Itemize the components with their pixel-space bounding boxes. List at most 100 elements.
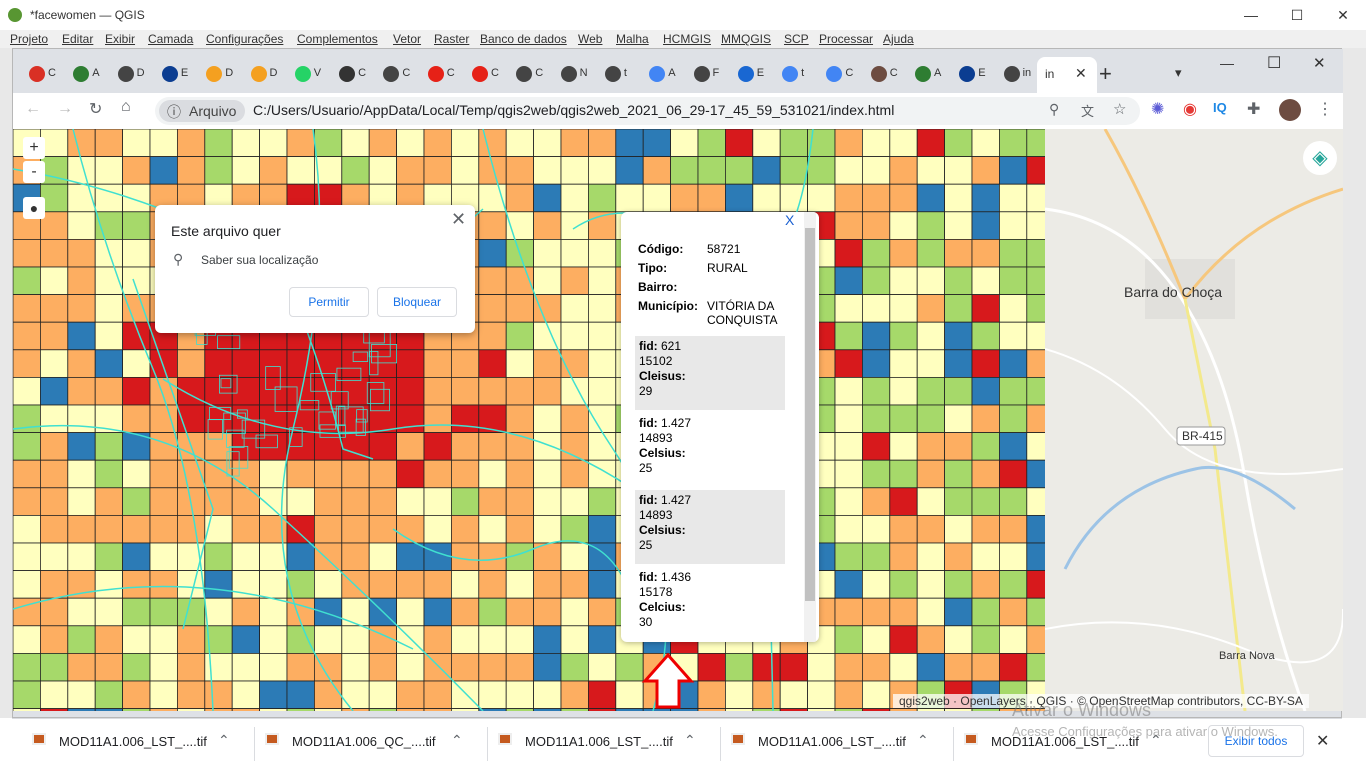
chevron-up-icon[interactable]: ⌃ bbox=[451, 732, 463, 749]
menu-raster[interactable]: Raster bbox=[434, 32, 469, 46]
zoom-out-button[interactable]: - bbox=[23, 161, 45, 183]
forward-icon[interactable]: → bbox=[57, 100, 73, 118]
menu-malha[interactable]: Malha bbox=[616, 32, 649, 46]
grid-cell bbox=[286, 708, 315, 711]
qgis-maximize-button[interactable]: ☐ bbox=[1274, 4, 1320, 26]
chrome-maximize-button[interactable]: ☐ bbox=[1267, 53, 1281, 73]
grid-cell bbox=[313, 459, 343, 489]
downloads-close-button[interactable]: ✕ bbox=[1316, 731, 1329, 751]
grid-cell bbox=[67, 239, 96, 268]
grid-cell bbox=[916, 321, 946, 351]
menu-banco-de-dados[interactable]: Banco de dados bbox=[480, 32, 567, 46]
browser-tab[interactable]: C bbox=[510, 62, 544, 86]
extension-icon-2[interactable]: ◉ bbox=[1183, 99, 1197, 119]
browser-tab[interactable]: D bbox=[200, 62, 234, 86]
browser-tab[interactable]: C bbox=[333, 62, 367, 86]
grid-cell bbox=[13, 708, 41, 711]
download-item[interactable]: MOD11A1.006_QC_....tif ⌃ bbox=[255, 727, 488, 761]
browser-tab[interactable]: in bbox=[998, 62, 1032, 86]
map-viewport[interactable]: BR-415 Barra do Choça Barra Nova ◈ + - ●… bbox=[13, 129, 1343, 711]
qgis-close-button[interactable]: ✕ bbox=[1320, 4, 1366, 26]
grid-cell bbox=[13, 266, 41, 296]
geolocate-icon[interactable]: ● bbox=[23, 197, 45, 219]
menu-exibir[interactable]: Exibir bbox=[105, 32, 135, 46]
chevron-up-icon[interactable]: ⌃ bbox=[917, 732, 929, 749]
menu-complementos[interactable]: Complementos bbox=[297, 32, 378, 46]
grid-cell bbox=[642, 183, 672, 213]
close-tab-icon[interactable]: ✕ bbox=[1075, 65, 1087, 82]
browser-tab[interactable]: F bbox=[688, 62, 722, 86]
browser-tab[interactable]: A bbox=[643, 62, 677, 86]
menu-configuracoes[interactable]: Configurações bbox=[206, 32, 283, 46]
download-item[interactable]: MOD11A1.006_LST_....tif ⌃ bbox=[488, 727, 721, 761]
browser-tab[interactable]: t bbox=[776, 62, 810, 86]
browser-tab[interactable]: C bbox=[422, 62, 456, 86]
browser-tab[interactable]: C bbox=[466, 62, 500, 86]
menu-editar[interactable]: Editar bbox=[62, 32, 93, 46]
block-button[interactable]: Bloquear bbox=[377, 287, 457, 317]
record-value: 14893 bbox=[639, 431, 673, 445]
chrome-menu-icon[interactable]: ⋮ bbox=[1317, 99, 1333, 119]
menu-projeto[interactable]: Projeto bbox=[10, 32, 48, 46]
browser-tab[interactable]: D bbox=[245, 62, 279, 86]
permission-close-icon[interactable]: ✕ bbox=[451, 209, 466, 230]
extensions-puzzle-icon[interactable]: ✚ bbox=[1247, 99, 1260, 119]
tab-search-icon[interactable]: ▾ bbox=[1175, 65, 1182, 81]
profile-avatar[interactable] bbox=[1279, 99, 1301, 121]
grid-cell bbox=[94, 680, 123, 710]
browser-tab[interactable]: C bbox=[865, 62, 899, 86]
browser-tab[interactable]: C bbox=[377, 62, 411, 86]
new-tab-button[interactable]: + bbox=[1099, 61, 1112, 87]
chrome-minimize-button[interactable]: — bbox=[1220, 55, 1234, 71]
browser-tab[interactable]: E bbox=[953, 62, 987, 86]
chevron-up-icon[interactable]: ⌃ bbox=[218, 732, 230, 749]
site-info-chip[interactable]: ⓘ Arquivo bbox=[159, 100, 245, 122]
menu-scp[interactable]: SCP bbox=[784, 32, 809, 46]
menu-processar[interactable]: Processar bbox=[819, 32, 873, 46]
grid-cell bbox=[752, 129, 781, 158]
bookmark-star-icon[interactable]: ☆ bbox=[1113, 100, 1126, 118]
menu-ajuda[interactable]: Ajuda bbox=[883, 32, 914, 46]
menu-web[interactable]: Web bbox=[578, 32, 602, 46]
translate-icon[interactable]: 文 bbox=[1081, 101, 1094, 120]
qgis-minimize-button[interactable]: — bbox=[1228, 4, 1274, 26]
active-tab[interactable]: in ✕ bbox=[1037, 57, 1097, 93]
browser-tab[interactable]: V bbox=[289, 62, 323, 86]
extension-icon-1[interactable]: ✺ bbox=[1151, 99, 1164, 119]
grid-cell bbox=[1026, 653, 1045, 682]
menu-hcmgis[interactable]: HCMGIS bbox=[663, 32, 711, 46]
grid-cell bbox=[533, 487, 562, 516]
grid-cell bbox=[505, 404, 535, 434]
menu-vetor[interactable]: Vetor bbox=[393, 32, 421, 46]
fid-label: fid: bbox=[639, 339, 658, 353]
grid-cell bbox=[231, 597, 260, 627]
browser-tab[interactable]: A bbox=[909, 62, 943, 86]
url-text[interactable]: C:/Users/Usuario/AppData/Local/Temp/qgis… bbox=[253, 102, 894, 118]
browser-tab[interactable]: A bbox=[67, 62, 101, 86]
extension-iq-icon[interactable]: IQ bbox=[1213, 100, 1227, 115]
chevron-up-icon[interactable]: ⌃ bbox=[684, 732, 696, 749]
browser-tab[interactable]: E bbox=[732, 62, 766, 86]
browser-tab[interactable]: E bbox=[156, 62, 190, 86]
omnibox[interactable]: ⓘ Arquivo C:/Users/Usuario/AppData/Local… bbox=[155, 97, 1140, 125]
allow-button[interactable]: Permitir bbox=[289, 287, 369, 317]
browser-tab[interactable]: D bbox=[112, 62, 146, 86]
browser-tab[interactable]: C bbox=[23, 62, 57, 86]
menu-camada[interactable]: Camada bbox=[148, 32, 193, 46]
location-icon[interactable]: ⚲ bbox=[1049, 101, 1059, 118]
browser-tab[interactable]: N bbox=[555, 62, 589, 86]
download-item[interactable]: MOD11A1.006_LST_....tif ⌃ bbox=[22, 727, 255, 761]
grid-cell bbox=[67, 542, 96, 572]
browser-tab[interactable]: C bbox=[820, 62, 854, 86]
popup-scrollbar-thumb[interactable] bbox=[805, 228, 815, 601]
browser-tab[interactable]: t bbox=[599, 62, 633, 86]
reload-icon[interactable]: ↻ bbox=[89, 99, 102, 119]
chrome-close-button[interactable]: ✕ bbox=[1313, 54, 1326, 72]
zoom-in-button[interactable]: + bbox=[23, 137, 45, 159]
layers-icon[interactable]: ◈ bbox=[1303, 141, 1337, 175]
back-icon[interactable]: ← bbox=[25, 100, 41, 118]
menu-mmqgis[interactable]: MMQGIS bbox=[721, 32, 771, 46]
popup-close-button[interactable]: X bbox=[785, 212, 794, 228]
download-item[interactable]: MOD11A1.006_LST_....tif ⌃ bbox=[721, 727, 954, 761]
home-icon[interactable]: ⌂ bbox=[121, 98, 131, 116]
